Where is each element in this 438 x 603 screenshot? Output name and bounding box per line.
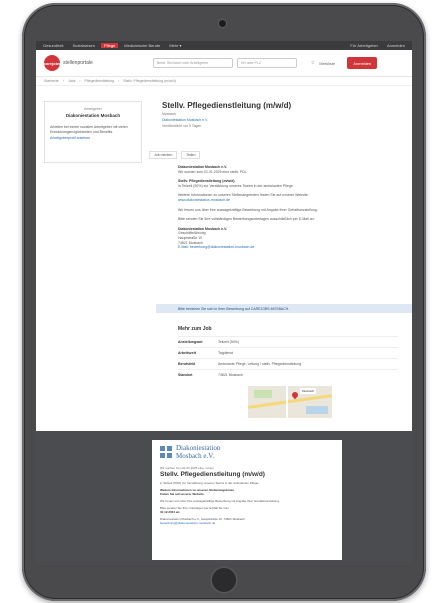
map-label: Mosbach	[300, 388, 317, 394]
job-posted: Veröffentlicht vor 5 Tagen	[162, 124, 202, 128]
detail-row: Standort 74821 Mosbach	[178, 369, 398, 380]
print-text: in Teilzeit (50%) zur Verstärkung unsere…	[160, 481, 334, 525]
home-button[interactable]	[210, 566, 238, 594]
print-intro: Wir suchen zum 01.01.2025 eine / einen	[160, 466, 214, 470]
detail-row: Berufsfeld Ambulante Pflege, Leitung / st…	[178, 358, 398, 369]
search-input[interactable]: Beruf, Stichwort oder Arbeitgeber	[152, 58, 233, 68]
login-link[interactable]: Anmelden	[384, 43, 408, 48]
employer-overline: Arbeitgeber	[83, 107, 103, 111]
location-map[interactable]: Mosbach	[248, 386, 332, 418]
print-title: Stellv. Pflegedienstleitung (m/w/d)	[160, 471, 265, 478]
diakonie-cross-icon	[160, 446, 172, 458]
login-button[interactable]: Anmelden	[347, 57, 378, 69]
topbar-tab[interactable]: Medizinische Berufe	[121, 43, 163, 48]
employer-link[interactable]: Für Arbeitgeber	[347, 43, 381, 48]
detail-value: Ambulante Pflege, Leitung / stellv. Pfle…	[218, 362, 302, 366]
merkliste-link[interactable]: Merkliste	[319, 61, 335, 66]
detail-value: Tagdienst	[218, 351, 233, 355]
job-actions: Job merken Teilen	[149, 151, 201, 159]
job-header: Stellv. Pflegedienstleitung (m/w/d) Mosb…	[162, 101, 402, 128]
job-employer-link[interactable]: Diakoniestation Mosbach e.V.	[162, 118, 402, 122]
browser-screen: Gesundheit Sozialwesen Pflege Medizinisc…	[36, 41, 412, 563]
topbar-tab[interactable]: Mehr ▾	[166, 43, 184, 48]
detail-row: Arbeitszeit Tagdienst	[178, 347, 398, 358]
site-header: carejobs stellenportale Beruf, Stichwort…	[36, 50, 412, 77]
detail-key: Standort	[178, 373, 193, 377]
detail-row: Anstellungsart Teilzeit (50%)	[178, 336, 398, 347]
share-button[interactable]: Teilen	[181, 151, 201, 159]
employer-name: Diakoniestation Mosbach	[65, 113, 121, 118]
topbar-tab[interactable]: Gesundheit	[40, 43, 66, 48]
employer-text: Arbeiten bei einem sozialen Arbeitgeber …	[50, 125, 128, 134]
breadcrumb-item[interactable]: Jobs	[68, 79, 75, 83]
employer-card: Arbeitgeber Diakoniestation Mosbach Arbe…	[44, 101, 142, 163]
detail-key: Arbeitszeit	[178, 351, 196, 355]
camera-icon	[219, 20, 226, 27]
employer-profile-link[interactable]: Arbeitgeberprofil ansehen	[45, 136, 141, 140]
location-input[interactable]: Ort oder PLZ	[236, 58, 297, 68]
detail-value: Teilzeit (50%)	[218, 340, 240, 344]
topbar-tab-active[interactable]: Pflege	[100, 43, 119, 48]
breadcrumb-item[interactable]: Startseite	[44, 79, 59, 83]
print-ad: Diakoniestation Mosbach e.V. Wir suchen z…	[152, 440, 342, 560]
breadcrumb-item: Stellv. Pflegedienstleitung (m/w/d)	[123, 79, 176, 83]
org-name: Diakoniestation Mosbach e.V.	[176, 444, 221, 460]
details-heading: Mehr zum Job	[178, 326, 212, 332]
brand-name: stellenportale	[63, 60, 93, 66]
text-link[interactable]: E-Mail: bewerbung@diakoniestation-mosbac…	[178, 245, 398, 250]
job-title: Stellv. Pflegedienstleitung (m/w/d)	[162, 101, 292, 110]
breadcrumb: Startseite › Jobs › Pflegedienstleitung › S…	[36, 77, 412, 86]
bookmark-icon[interactable]: ☆	[311, 60, 315, 66]
top-category-bar: Gesundheit Sozialwesen Pflege Medizinisc…	[36, 41, 412, 50]
job-description: Diakoniestation Mosbach e.V. Wir suchen z…	[178, 165, 398, 250]
breadcrumb-item[interactable]: Pflegedienstleitung	[85, 79, 115, 83]
detail-key: Anstellungsart	[178, 340, 203, 344]
detail-key: Berufsfeld	[178, 362, 196, 366]
detail-value: 74821 Mosbach	[218, 373, 243, 377]
text-link[interactable]: bewerbung@diakoniestation-mosbach.de	[160, 521, 334, 525]
topbar-tab[interactable]: Sozialwesen	[69, 43, 97, 48]
application-notice: Bitte beziehen Sie sich in Ihrer Bewerbu…	[156, 304, 412, 313]
site-logo[interactable]: carejobs	[44, 55, 60, 71]
tablet-frame: Gesundheit Sozialwesen Pflege Medizinisc…	[22, 3, 426, 601]
save-job-button[interactable]: Job merken	[149, 151, 178, 159]
job-location: Mosbach	[162, 112, 177, 116]
job-details: Mehr zum Job Anstellungsart Teilzeit (50%…	[178, 326, 398, 380]
